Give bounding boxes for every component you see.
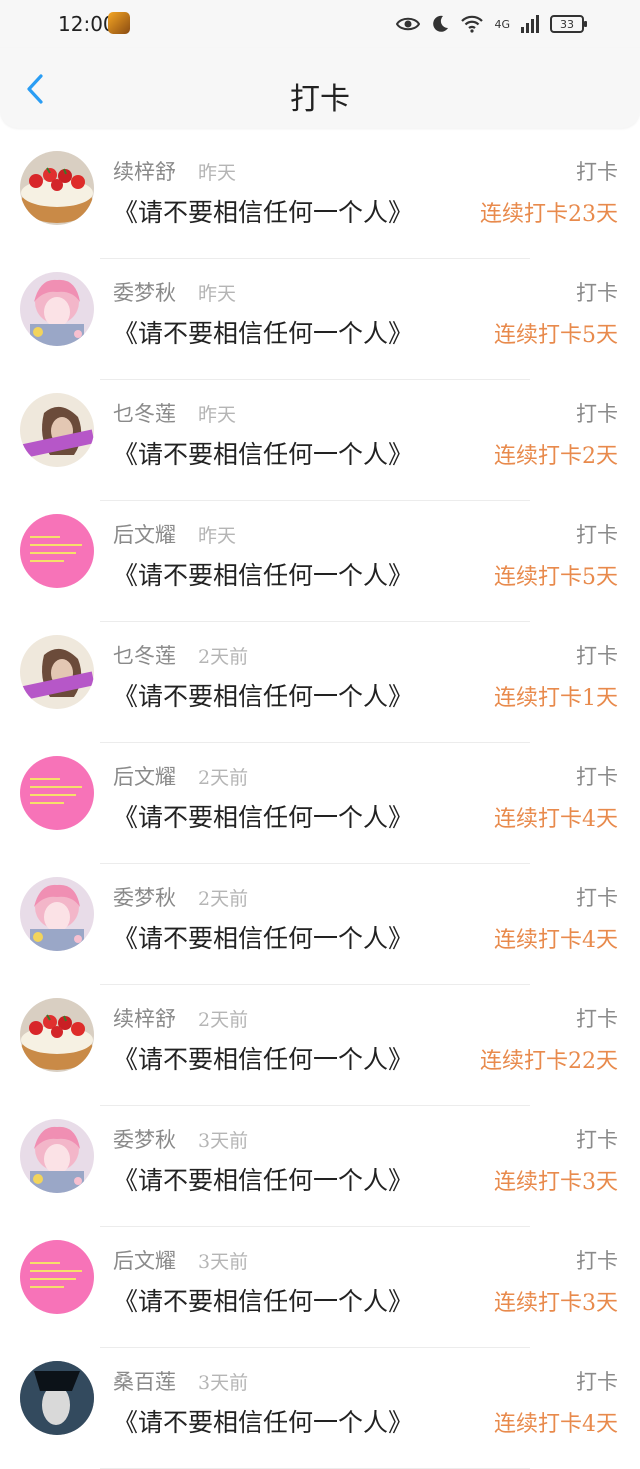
checkin-time: 2天前 [198,646,249,668]
streak-count: 连续打卡4天 [494,807,618,832]
checkin-row[interactable]: 委梦秋 昨天《请不要相信任何一个人》 打卡连续打卡5天 [0,259,640,380]
streak-count: 连续打卡5天 [494,565,618,590]
checkin-row[interactable]: 续梓舒 昨天《请不要相信任何一个人》 打卡连续打卡23天 [0,138,640,259]
checkin-row[interactable]: 续梓舒 2天前《请不要相信任何一个人》 打卡连续打卡22天 [0,985,640,1106]
action-label: 打卡 [576,886,618,910]
streak-count: 连续打卡3天 [494,1170,618,1195]
user-avatar[interactable] [20,393,94,467]
checkin-time: 3天前 [198,1130,249,1152]
streak-count: 连续打卡4天 [494,928,618,953]
battery-icon: 33 [550,15,587,33]
action-label: 打卡 [576,1128,618,1152]
book-title: 《请不要相信任何一个人》 [113,1166,414,1195]
user-name[interactable]: 续梓舒 [113,1003,176,1033]
streak-count: 连续打卡3天 [494,1291,618,1316]
book-title: 《请不要相信任何一个人》 [113,561,414,590]
action-label: 打卡 [576,160,618,184]
checkin-time: 昨天 [198,525,237,547]
user-avatar[interactable] [20,272,94,346]
user-avatar[interactable] [20,998,94,1072]
user-avatar[interactable] [20,756,94,830]
network-type: 4G [494,17,510,31]
checkin-row[interactable]: 委梦秋 3天前《请不要相信任何一个人》 打卡连续打卡3天 [0,1106,640,1227]
user-name[interactable]: 后文耀 [113,1245,176,1275]
book-title: 《请不要相信任何一个人》 [113,682,414,711]
user-name[interactable]: 乜冬莲 [113,640,176,670]
status-time: 12:00 [58,12,116,36]
user-avatar[interactable] [20,635,94,709]
user-name[interactable]: 桑百莲 [113,1366,176,1396]
book-title: 《请不要相信任何一个人》 [113,198,414,227]
user-name[interactable]: 委梦秋 [113,882,176,912]
checkin-list: 续梓舒 昨天 《请不要相信任何一个人》 打卡 连续打卡23天 委梦秋 昨天 《请不要相信任何… [0,138,640,1469]
action-label: 打卡 [576,402,618,426]
signal-icon [521,15,539,33]
battery-level: 33 [560,17,574,31]
checkin-row[interactable]: 乜冬莲 昨天《请不要相信任何一个人》 打卡连续打卡2天 [0,380,640,501]
streak-count: 连续打卡5天 [494,323,618,348]
app-header: 打卡 [0,48,640,128]
checkin-row[interactable]: 委梦秋 2天前《请不要相信任何一个人》 打卡连续打卡4天 [0,864,640,985]
page-title: 打卡 [290,82,350,117]
action-label: 打卡 [576,1007,618,1031]
book-title: 《请不要相信任何一个人》 [113,924,414,953]
user-name[interactable]: 后文耀 [113,761,176,791]
checkin-row[interactable]: 后文耀 2天前《请不要相信任何一个人》 打卡连续打卡4天 [0,743,640,864]
checkin-time: 2天前 [198,888,249,910]
checkin-time: 昨天 [198,404,237,426]
checkin-time: 昨天 [198,283,237,305]
action-label: 打卡 [576,281,618,305]
user-avatar[interactable] [20,514,94,588]
user-name[interactable]: 乜冬莲 [113,398,176,428]
streak-count: 连续打卡23天 [480,202,618,227]
checkin-row[interactable]: 后文耀 昨天《请不要相信任何一个人》 打卡连续打卡5天 [0,501,640,622]
checkin-row[interactable]: 桑百莲 3天前《请不要相信任何一个人》 打卡连续打卡4天 [0,1348,640,1469]
user-name[interactable]: 委梦秋 [113,1124,176,1154]
book-title: 《请不要相信任何一个人》 [113,1408,414,1437]
checkin-time: 3天前 [198,1372,249,1394]
book-title: 《请不要相信任何一个人》 [113,440,414,469]
status-bar: 12:00 4G 33 [0,0,640,48]
moon-icon [433,15,449,32]
streak-count: 连续打卡22天 [480,1049,618,1074]
action-label: 打卡 [576,765,618,789]
checkin-row[interactable]: 后文耀 3天前《请不要相信任何一个人》 打卡连续打卡3天 [0,1227,640,1348]
streak-count: 连续打卡2天 [494,444,618,469]
checkin-time: 3天前 [198,1251,249,1273]
user-avatar[interactable] [20,877,94,951]
wifi-icon [461,15,484,33]
action-label: 打卡 [576,644,618,668]
action-label: 打卡 [576,1370,618,1394]
eye-icon [396,17,421,31]
status-icons: 4G 33 [396,10,587,38]
checkin-time: 2天前 [198,1009,249,1031]
book-title: 《请不要相信任何一个人》 [113,1045,414,1074]
user-name[interactable]: 后文耀 [113,519,176,549]
user-avatar[interactable] [20,1361,94,1435]
book-title: 《请不要相信任何一个人》 [113,319,414,348]
checkin-time: 2天前 [198,767,249,789]
streak-count: 连续打卡1天 [494,686,618,711]
checkin-row[interactable]: 乜冬莲 2天前《请不要相信任何一个人》 打卡连续打卡1天 [0,622,640,743]
action-label: 打卡 [576,523,618,547]
book-title: 《请不要相信任何一个人》 [113,1287,414,1316]
user-avatar[interactable] [20,1240,94,1314]
user-name[interactable]: 续梓舒 [113,156,176,186]
action-label: 打卡 [576,1249,618,1273]
user-name[interactable]: 委梦秋 [113,277,176,307]
streak-count: 连续打卡4天 [494,1412,618,1437]
app-notification-icon [108,12,130,34]
checkin-time: 昨天 [198,162,237,184]
user-avatar[interactable] [20,151,94,225]
book-title: 《请不要相信任何一个人》 [113,803,414,832]
user-avatar[interactable] [20,1119,94,1193]
